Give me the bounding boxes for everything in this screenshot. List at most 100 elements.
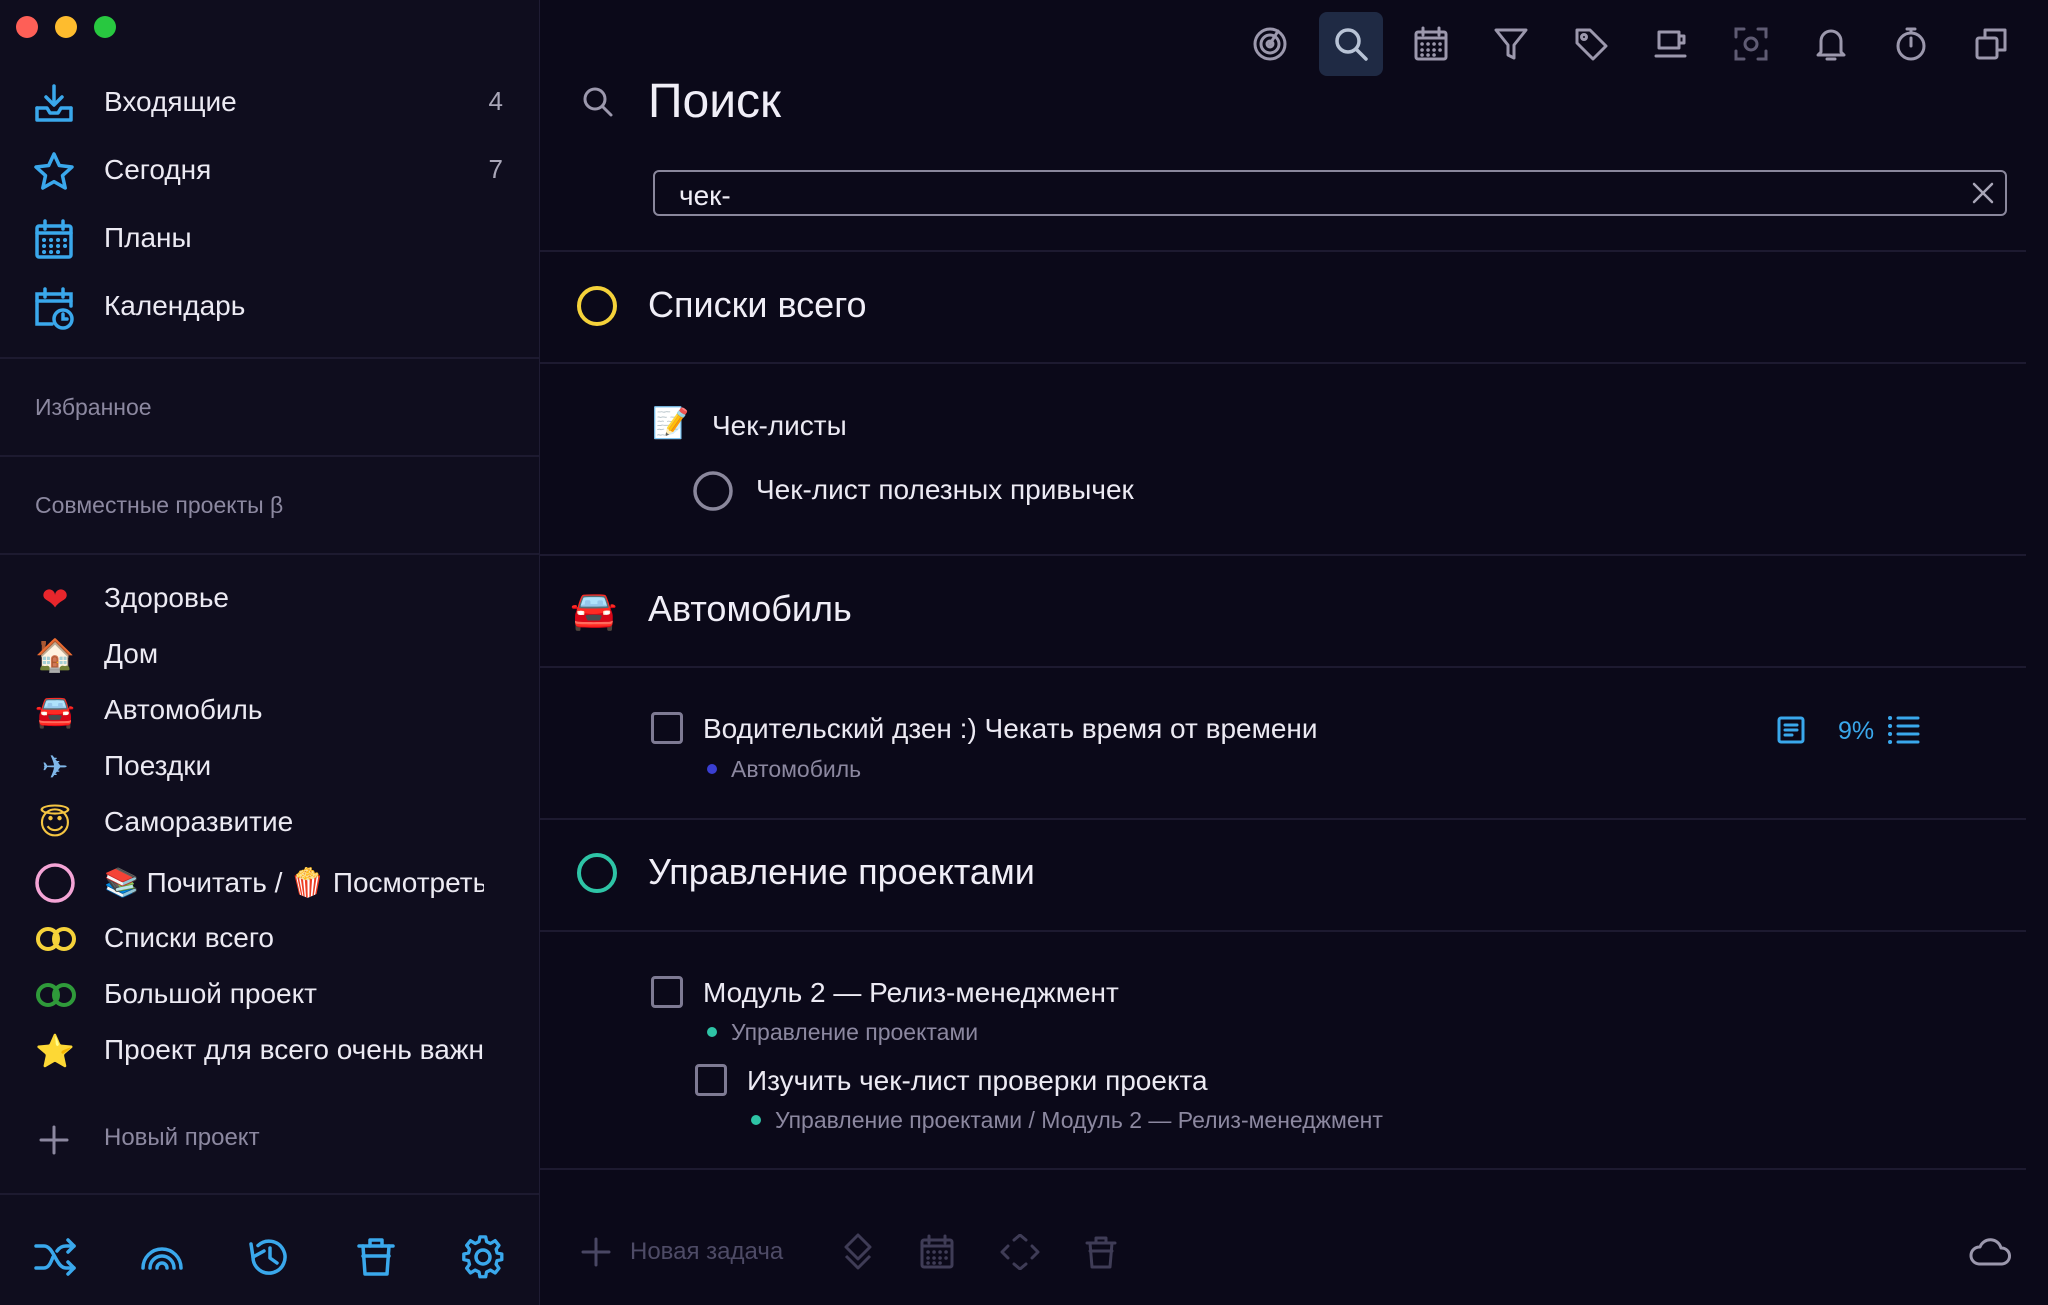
divider — [0, 553, 539, 555]
gear-icon[interactable] — [460, 1234, 506, 1280]
project-ring-icon — [576, 852, 618, 894]
sidebar-item-plans[interactable]: Планы — [0, 208, 539, 268]
toolbar-reminders-button[interactable] — [1799, 12, 1863, 76]
rainbow-icon[interactable] — [139, 1234, 185, 1280]
task-title[interactable]: Изучить чек-лист проверки проекта — [747, 1065, 1208, 1097]
sidebar-project-trips[interactable]: ✈ Поездки — [0, 740, 539, 792]
sidebar-item-label: Планы — [104, 222, 192, 253]
checklist-progress: 9% — [1838, 717, 1875, 745]
sidebar-item-label: Календарь — [104, 290, 246, 321]
divider — [0, 455, 539, 457]
sidebar: Входящие 4 Сегодня 7 Планы Календарь Изб… — [0, 0, 540, 1305]
duplicate-icon — [1975, 28, 2007, 60]
sidebar-project-health[interactable]: ❤ Здоровье — [0, 572, 539, 624]
new-project-button[interactable]: Новый проект — [0, 1110, 539, 1166]
car-icon: 🚘 — [570, 588, 618, 632]
favorites-section-label[interactable]: Избранное — [35, 394, 152, 421]
plus-icon — [38, 1124, 70, 1156]
sidebar-item-inbox[interactable]: Входящие 4 — [0, 72, 539, 132]
sidebar-project-everything-lists[interactable]: Списки всего — [0, 912, 539, 964]
shuffle-icon[interactable] — [32, 1234, 78, 1280]
calendar-icon — [1414, 26, 1448, 61]
task-project-path-label: Управление проектами — [731, 1019, 979, 1045]
shared-projects-section-label[interactable]: Совместные проекты β — [35, 492, 283, 519]
new-task-button[interactable]: Новая задача — [580, 1232, 840, 1272]
divider — [540, 930, 2026, 932]
project-ring-icon — [576, 285, 618, 327]
sidebar-project-important[interactable]: ⭐ Проект для всего очень важного — [0, 1024, 539, 1076]
sidebar-item-label: Сегодня — [104, 154, 212, 185]
window-close-button[interactable] — [16, 16, 38, 38]
sidebar-item-calendar[interactable]: Календарь — [0, 276, 539, 336]
calendar-icon[interactable] — [919, 1234, 955, 1270]
divider — [540, 666, 2026, 668]
project-label: Дом — [104, 638, 159, 669]
group-title[interactable]: Автомобиль — [648, 588, 852, 630]
toolbar-search-button[interactable] — [1319, 12, 1383, 76]
task-title[interactable]: Водительский дзен :) Чекать время от вре… — [703, 713, 1318, 745]
move-icon[interactable] — [1000, 1234, 1040, 1270]
focus-frame-icon — [1734, 27, 1768, 61]
star-icon — [32, 150, 76, 194]
clear-search-icon[interactable] — [1971, 181, 1995, 205]
toolbar-calendar-button[interactable] — [1399, 12, 1463, 76]
checklist-icon[interactable] — [1887, 714, 1921, 746]
star-emoji-icon: ⭐ — [35, 1032, 75, 1070]
trash-icon[interactable] — [353, 1234, 399, 1280]
radar-icon — [1253, 27, 1287, 61]
project-label: Здоровье — [104, 582, 230, 613]
window-zoom-button[interactable] — [94, 16, 116, 38]
window-minimize-button[interactable] — [55, 16, 77, 38]
calendar-grid-icon — [32, 218, 76, 262]
house-icon: 🏠 — [35, 636, 75, 674]
memo-icon: 📝 — [652, 406, 690, 441]
task-checkbox[interactable] — [651, 712, 683, 744]
sidebar-project-home[interactable]: 🏠 Дом — [0, 628, 539, 680]
search-input[interactable]: чек- — [653, 170, 2007, 216]
page-title: Поиск — [648, 75, 782, 128]
linked-rings-icon — [34, 974, 78, 1016]
cloud-sync-icon[interactable] — [1968, 1236, 2012, 1268]
task-project-path: Управление проектами — [707, 1019, 978, 1046]
linked-rings-icon — [34, 918, 78, 960]
priority-icon[interactable] — [840, 1232, 876, 1272]
heart-icon: ❤ — [41, 580, 69, 618]
new-task-label: Новая задача — [630, 1238, 784, 1265]
sidebar-project-read-watch[interactable]: 📚 Почитать / 🍿 Посмотреть — [0, 856, 539, 908]
sidebar-project-self-development[interactable]: 😇 Саморазвитие — [0, 796, 539, 848]
task-project-path: Управление проектами / Модуль 2 — Релиз-… — [751, 1107, 1383, 1134]
group-title[interactable]: Списки всего — [648, 284, 867, 326]
divider — [540, 1168, 2026, 1170]
divider — [0, 357, 539, 359]
toolbar-break-button[interactable] — [1639, 12, 1703, 76]
divider — [540, 362, 2026, 364]
bell-icon — [1816, 29, 1846, 61]
toolbar-timer-button[interactable] — [1879, 12, 1943, 76]
group-title[interactable]: Управление проектами — [648, 851, 1035, 893]
angel-face-icon: 😇 — [38, 804, 72, 842]
notes-icon[interactable] — [1776, 715, 1806, 745]
project-label: Автомобиль — [104, 694, 263, 725]
filter-icon — [1494, 28, 1528, 60]
trash-icon[interactable] — [1083, 1234, 1119, 1270]
history-icon[interactable] — [246, 1234, 292, 1280]
coffee-cup-icon — [1654, 30, 1687, 58]
divider — [0, 1193, 539, 1195]
list-circle-icon[interactable] — [692, 470, 734, 512]
toolbar-focus-button[interactable] — [1238, 12, 1302, 76]
sidebar-project-car[interactable]: 🚘 Автомобиль — [0, 684, 539, 736]
toolbar-focus-mode-button[interactable] — [1719, 12, 1783, 76]
divider — [540, 554, 2026, 556]
sidebar-item-today[interactable]: Сегодня 7 — [0, 140, 539, 200]
project-ring-icon — [34, 862, 76, 904]
toolbar-windows-button[interactable] — [1959, 12, 2023, 76]
toolbar-filter-button[interactable] — [1479, 12, 1543, 76]
subtask-checkbox[interactable] — [695, 1064, 727, 1096]
heading-label[interactable]: Чек-листы — [712, 410, 847, 442]
sidebar-project-big-project[interactable]: Большой проект — [0, 968, 539, 1020]
task-checkbox[interactable] — [651, 976, 683, 1008]
list-item[interactable]: Чек-лист полезных привычек — [756, 474, 1134, 506]
search-icon — [580, 84, 616, 120]
task-title[interactable]: Модуль 2 — Релиз-менеджмент — [703, 977, 1119, 1009]
toolbar-tags-button[interactable] — [1559, 12, 1623, 76]
